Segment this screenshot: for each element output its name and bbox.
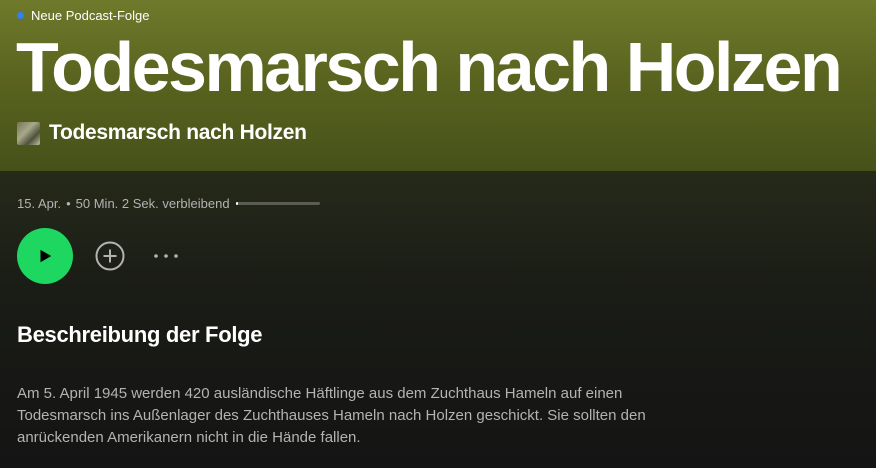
description-heading: Beschreibung der Folge <box>17 322 263 347</box>
episode-content: 15. Apr. • 50 Min. 2 Sek. verbleibend Be… <box>0 171 876 468</box>
play-button[interactable] <box>17 228 73 284</box>
episode-meta: 15. Apr. • 50 Min. 2 Sek. verbleibend <box>17 196 320 211</box>
episode-progress-bar <box>235 202 320 205</box>
episode-progress-fill <box>235 202 238 205</box>
episode-title: Todesmarsch nach Holzen <box>16 28 843 106</box>
add-to-library-button[interactable] <box>95 241 125 271</box>
show-link[interactable]: Todesmarsch nach Holzen <box>17 121 307 145</box>
show-thumbnail[interactable] <box>17 121 40 145</box>
new-dot-icon <box>17 12 24 19</box>
episode-header: Neue Podcast-Folge Todesmarsch nach Holz… <box>0 0 876 171</box>
play-icon <box>40 249 52 263</box>
description-text: Am 5. April 1945 werden 420 ausländische… <box>17 385 646 446</box>
more-options-button[interactable] <box>151 241 181 271</box>
episode-date: 15. Apr. <box>17 196 62 211</box>
meta-separator: • <box>66 196 71 211</box>
add-circle-icon <box>95 241 125 271</box>
new-episode-badge: Neue Podcast-Folge <box>17 8 150 23</box>
episode-controls <box>17 228 181 284</box>
badge-label: Neue Podcast-Folge <box>31 8 150 23</box>
more-icon <box>154 254 178 258</box>
remaining-time: 50 Min. 2 Sek. verbleibend <box>75 196 230 211</box>
show-name[interactable]: Todesmarsch nach Holzen <box>49 121 307 145</box>
